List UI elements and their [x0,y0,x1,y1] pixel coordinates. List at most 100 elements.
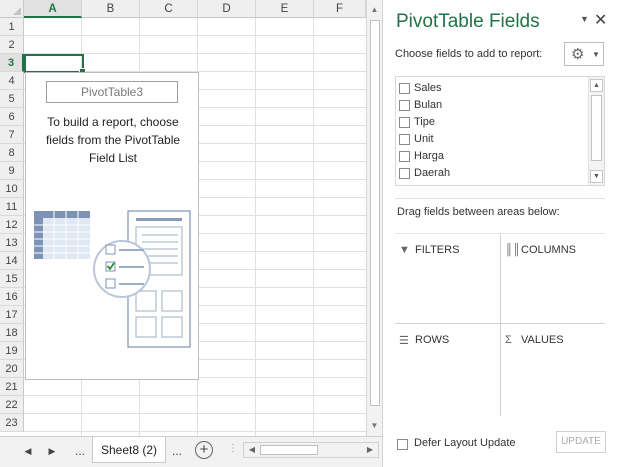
row-header[interactable]: 15 [0,270,24,288]
rows-drop-area[interactable]: ☰ ROWS [395,324,499,416]
magnifier-checkbox-icon [93,240,151,298]
choose-fields-label: Choose fields to add to report: [395,48,543,60]
more-sheets-left-button[interactable]: ... [70,442,90,460]
row-header[interactable]: 9 [0,162,24,180]
sheet-tab-active[interactable]: Sheet8 (2) [92,437,166,463]
chevron-down-icon: ▼ [592,50,600,59]
drag-fields-label: Drag fields between areas below: [397,206,560,218]
update-button[interactable]: UPDATE [556,431,606,453]
sigma-icon: Σ [505,334,512,346]
scroll-left-icon[interactable]: ◀ [245,443,259,457]
more-sheets-right-button[interactable]: ... [172,442,182,460]
splitter-handle-icon[interactable]: ⋮ [228,443,238,454]
row-header[interactable]: 10 [0,180,24,198]
field-checkbox[interactable] [399,100,410,111]
scroll-up-icon[interactable]: ▲ [590,79,603,92]
rows-icon: ☰ [399,335,409,347]
pivot-table-fields-pane: PivotTable Fields ▼ ✕ Choose fields to a… [382,0,625,467]
close-icon[interactable]: ✕ [594,10,607,30]
pivot-table-name: PivotTable3 [46,81,178,103]
row-header[interactable]: 2 [0,36,24,54]
pane-options-chevron-icon[interactable]: ▼ [580,14,589,24]
row-header[interactable]: 18 [0,324,24,342]
defer-layout-label: Defer Layout Update [414,437,516,449]
active-cell-a3[interactable] [24,54,86,75]
row-header[interactable]: 7 [0,126,24,144]
field-label: Bulan [414,99,443,111]
triangle-right-icon[interactable]: ▶ [44,442,60,460]
horizontal-scroll-thumb[interactable] [260,445,318,455]
pane-divider [395,198,605,199]
scroll-right-icon[interactable]: ▶ [363,443,377,457]
column-header-c[interactable]: C [140,0,198,18]
row-header[interactable]: 5 [0,90,24,108]
select-all-corner[interactable] [0,0,24,18]
field-item-daerah[interactable]: Daerah [397,165,587,182]
pane-title: PivotTable Fields [396,11,540,32]
field-item-tipe[interactable]: Tipe [397,114,587,131]
field-item-unit[interactable]: Unit [397,131,587,148]
column-header-a[interactable]: A [24,0,82,18]
row-header[interactable]: 6 [0,108,24,126]
plus-circle-icon[interactable]: + [195,441,213,459]
column-header-e[interactable]: E [256,0,314,18]
field-checkbox[interactable] [399,83,410,94]
spreadsheet-grid[interactable]: A B C D E F 1 2 3 4 5 6 7 8 9 10 11 12 1… [0,0,366,436]
field-list-scroll-thumb[interactable] [591,95,602,161]
field-label: Sales [414,82,442,94]
field-label: Daerah [414,167,451,179]
pivot-table-placeholder[interactable]: PivotTable3 To build a report, choose fi… [25,72,199,380]
defer-layout-update[interactable]: Defer Layout Update [397,436,537,454]
field-list-scrollbar[interactable]: ▲ ▼ [588,77,604,185]
columns-icon: ║║ [505,244,521,256]
row-header[interactable]: 1 [0,18,24,36]
field-item-harga[interactable]: Harga [397,148,587,165]
scroll-up-icon[interactable]: ▲ [367,2,382,18]
field-checkbox[interactable] [399,151,410,162]
row-header[interactable]: 19 [0,342,24,360]
field-label: Harga [414,150,444,162]
field-checkbox[interactable] [399,134,410,145]
field-item-sales[interactable]: Sales [397,80,587,97]
field-list[interactable]: Sales Bulan Tipe Unit Harga Daerah ▲ ▼ [395,76,605,186]
column-header-f[interactable]: F [314,0,366,18]
field-label: Unit [414,133,434,145]
triangle-left-icon[interactable]: ◀ [20,442,36,460]
mini-table-icon [34,211,90,259]
row-header[interactable]: 14 [0,252,24,270]
column-header-d[interactable]: D [198,0,256,18]
sheet-tab-bar: ◀ ▶ ... Sheet8 (2) ... + ⋮ ◀ ▶ [0,436,382,467]
field-checkbox[interactable] [399,117,410,128]
row-header[interactable]: 16 [0,288,24,306]
field-checkbox[interactable] [399,168,410,179]
row-header[interactable]: 12 [0,216,24,234]
scroll-down-icon[interactable]: ▼ [367,418,382,434]
pivot-field-list-illustration [34,210,191,348]
row-header[interactable]: 22 [0,396,24,414]
row-header[interactable]: 17 [0,306,24,324]
row-header[interactable]: 4 [0,72,24,90]
pivot-instructions: To build a report, choose fields from th… [45,115,181,165]
row-header[interactable]: 11 [0,198,24,216]
vertical-scroll-thumb[interactable] [370,20,380,406]
row-header-active[interactable]: 3 [0,54,24,72]
columns-drop-area[interactable]: ║║ COLUMNS [501,234,605,322]
row-header[interactable]: 8 [0,144,24,162]
column-header-b[interactable]: B [82,0,140,18]
filters-label: FILTERS [415,244,460,256]
row-header[interactable]: 21 [0,378,24,396]
horizontal-scrollbar[interactable]: ◀ ▶ [243,442,379,458]
filters-drop-area[interactable]: ▼ FILTERS [395,234,499,322]
row-header[interactable]: 20 [0,360,24,378]
field-label: Tipe [414,116,435,128]
vertical-scrollbar[interactable]: ▲ ▼ [366,0,382,436]
row-header[interactable]: 23 [0,414,24,432]
row-header[interactable]: 13 [0,234,24,252]
field-list-settings-button[interactable]: ⚙ ▼ [564,42,604,66]
values-drop-area[interactable]: Σ VALUES [501,324,605,416]
values-label: VALUES [521,334,564,346]
field-item-bulan[interactable]: Bulan [397,97,587,114]
scroll-down-icon[interactable]: ▼ [590,170,603,183]
defer-layout-checkbox[interactable] [397,439,408,450]
columns-label: COLUMNS [521,244,577,256]
